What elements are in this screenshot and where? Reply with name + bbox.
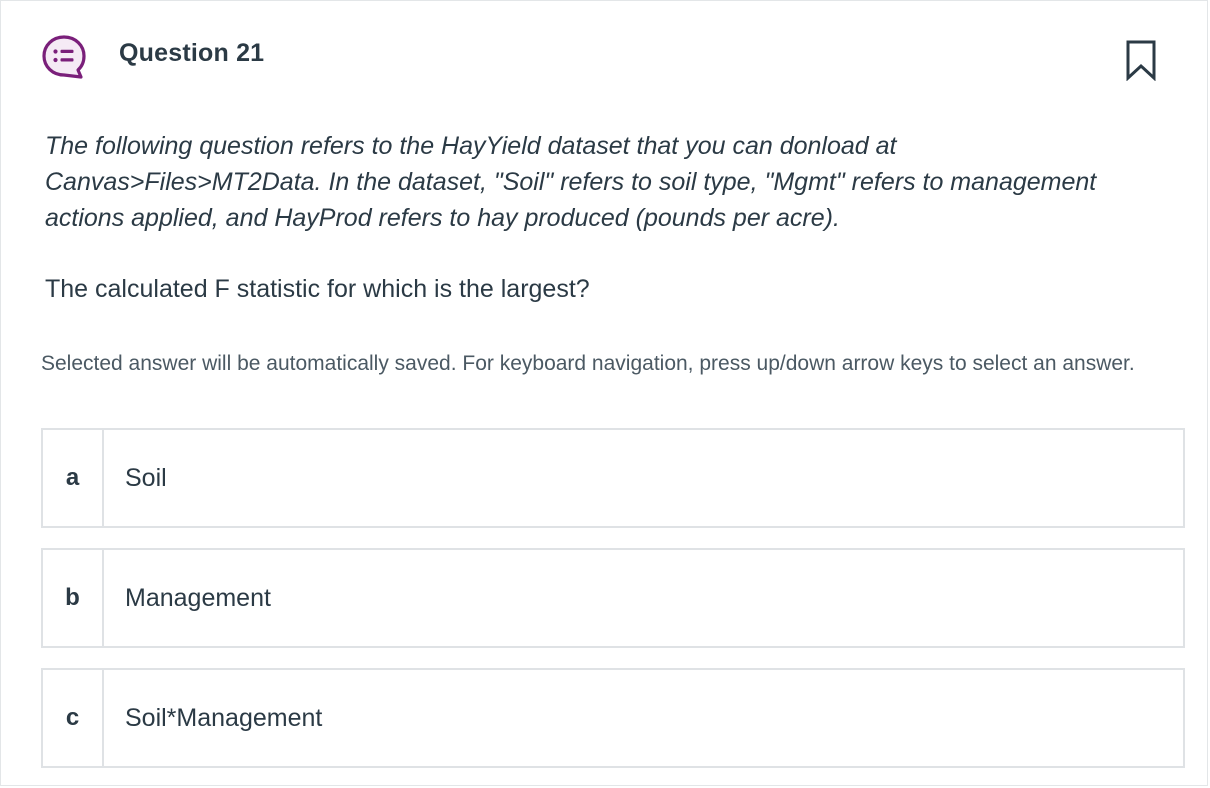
option-letter: a xyxy=(43,430,104,526)
option-label: Management xyxy=(125,583,271,612)
option-label: Soil xyxy=(125,463,167,492)
question-prompt: The following question refers to the Hay… xyxy=(45,132,1097,232)
question-stem: The calculated F statistic for which is … xyxy=(45,275,590,303)
bookmark-icon[interactable] xyxy=(1125,39,1157,82)
option-letter: c xyxy=(43,670,104,766)
question-card: Question 21 The following question refer… xyxy=(0,0,1208,786)
answer-option-c[interactable]: c Soil*Management xyxy=(41,668,1185,768)
question-title: Question 21 xyxy=(119,39,265,67)
answer-instructions: Selected answer will be automatically sa… xyxy=(41,352,1135,375)
question-header: Question 21 xyxy=(41,34,264,80)
answer-option-a[interactable]: a Soil xyxy=(41,428,1185,528)
option-letter: b xyxy=(43,550,104,646)
answer-option-b[interactable]: b Management xyxy=(41,548,1185,648)
option-label: Soil*Management xyxy=(125,703,323,732)
question-list-icon xyxy=(41,34,87,80)
